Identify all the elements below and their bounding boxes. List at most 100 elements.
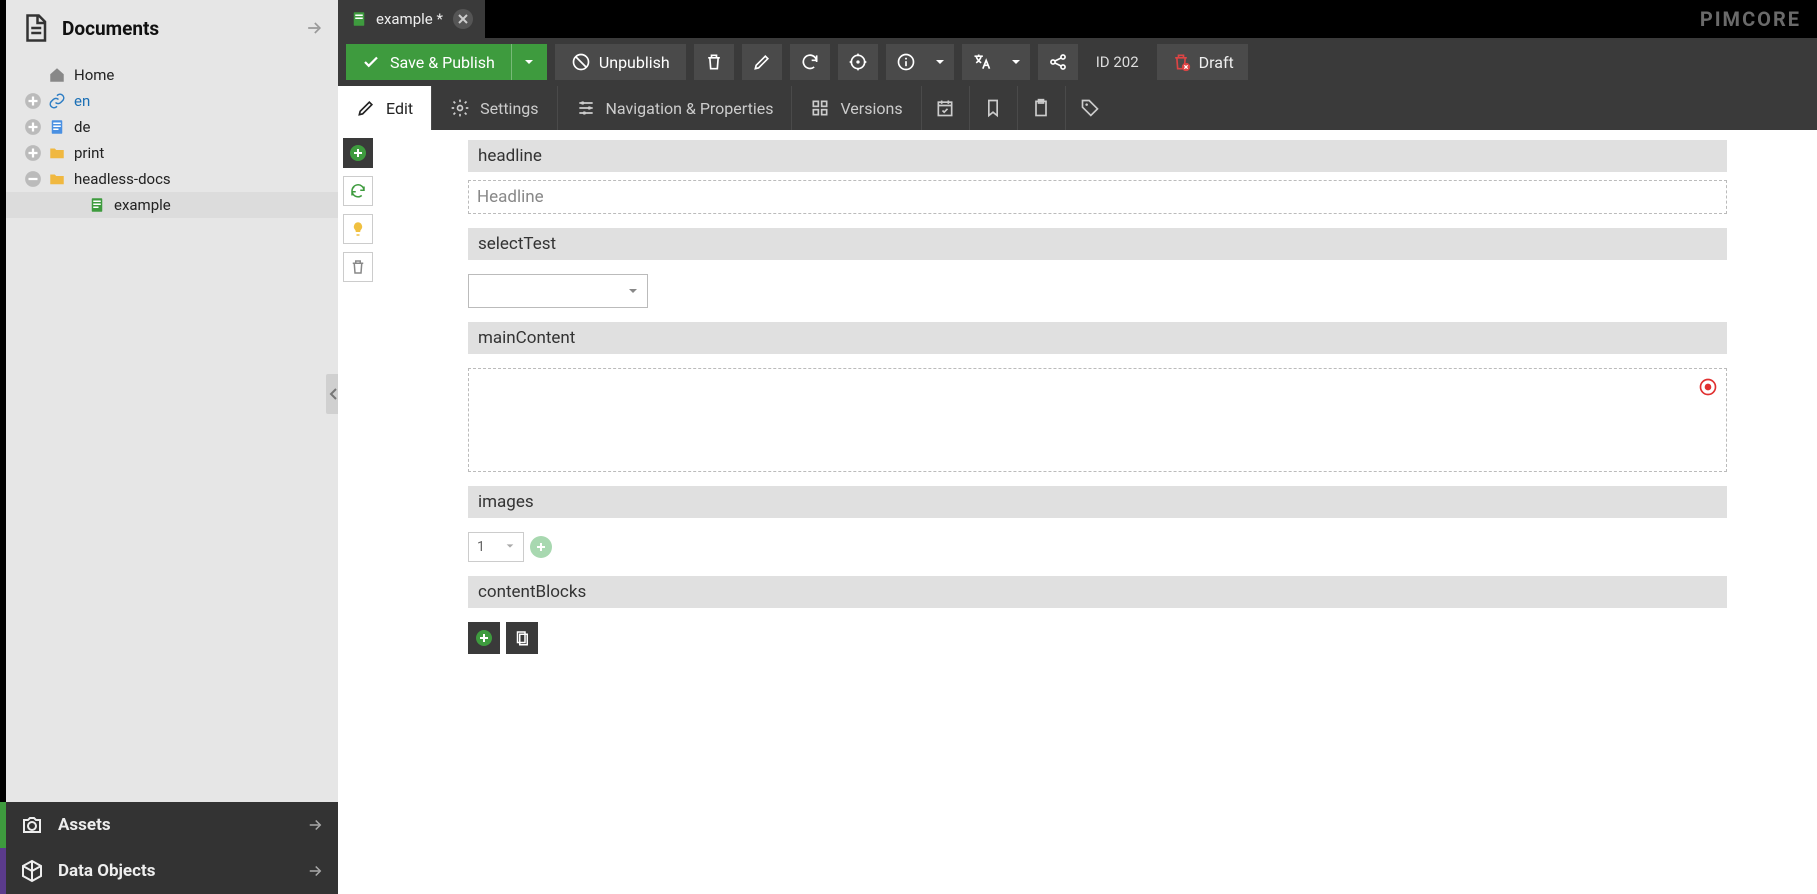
tab-tags[interactable] — [1066, 86, 1114, 130]
save-publish-button[interactable]: Save & Publish — [346, 44, 511, 80]
maincontent-editor[interactable] — [468, 368, 1727, 472]
link-icon — [48, 92, 66, 110]
document-tree: Home en de pri — [6, 56, 338, 802]
headline-placeholder: Headline — [477, 187, 544, 207]
sidebar-header-documents[interactable]: Documents — [6, 0, 338, 56]
documents-icon — [20, 13, 50, 43]
field-label-selecttest: selectTest — [468, 228, 1727, 260]
rename-button[interactable] — [742, 44, 782, 80]
field-label-headline: headline — [468, 140, 1727, 172]
info-button[interactable] — [886, 44, 926, 80]
expander-plus-icon[interactable] — [24, 118, 42, 136]
tab-label: Versions — [840, 99, 902, 118]
tree-item-example[interactable]: example — [6, 192, 338, 218]
tab-schedule[interactable] — [922, 86, 970, 130]
translate-button[interactable] — [962, 44, 1002, 80]
toolbar-primary: Save & Publish Unpublish — [338, 38, 1817, 86]
tab-versions[interactable]: Versions — [792, 86, 921, 130]
tab-bookmark[interactable] — [970, 86, 1018, 130]
selecttest-dropdown[interactable] — [468, 274, 648, 308]
gear-icon — [450, 98, 470, 118]
expander-placeholder — [24, 66, 42, 84]
images-count-select[interactable]: 1 — [468, 532, 524, 562]
sliders-icon — [576, 98, 596, 118]
calendar-check-icon — [935, 98, 955, 118]
contentblocks-paste-button[interactable] — [506, 622, 538, 654]
info-icon — [896, 52, 916, 72]
sidebar-panel-assets[interactable]: Assets — [6, 802, 338, 848]
draft-badge[interactable]: Draft — [1157, 44, 1248, 80]
side-refresh-button[interactable] — [343, 176, 373, 206]
field-label-maincontent: mainContent — [468, 322, 1727, 354]
arrow-right-icon — [306, 862, 324, 880]
panel-title: Assets — [58, 815, 306, 835]
tab-example[interactable]: example * — [338, 0, 485, 38]
tree-item-headless-docs[interactable]: headless-docs — [6, 166, 338, 192]
folder-icon — [48, 144, 66, 162]
target-icon — [848, 52, 868, 72]
tree-label: example — [114, 196, 171, 214]
tab-settings[interactable]: Settings — [432, 86, 557, 130]
side-hint-button[interactable] — [343, 214, 373, 244]
folder-icon — [48, 170, 66, 188]
target-red-icon[interactable] — [1698, 377, 1718, 397]
tab-edit[interactable]: Edit — [338, 86, 432, 130]
tree-label: print — [74, 144, 104, 162]
sidebar-panel-data-objects[interactable]: Data Objects — [6, 848, 338, 894]
tree-item-home[interactable]: Home — [6, 62, 338, 88]
save-publish-dropdown[interactable] — [511, 44, 547, 80]
pencil-icon — [752, 52, 772, 72]
images-control: 1 — [468, 532, 1727, 562]
contentblocks-add-button[interactable] — [468, 622, 500, 654]
page-green-icon — [350, 10, 368, 28]
tree-item-en[interactable]: en — [6, 88, 338, 114]
share-button[interactable] — [1038, 44, 1078, 80]
save-publish-label: Save & Publish — [390, 53, 495, 72]
info-dropdown[interactable] — [926, 44, 954, 80]
editor-body: headline Headline selectTest mainContent… — [338, 130, 1817, 894]
target-button[interactable] — [838, 44, 878, 80]
document-id-label: ID 202 — [1086, 53, 1149, 71]
sidebar-bottom: Assets Data Objects — [6, 802, 338, 894]
tree-item-print[interactable]: print — [6, 140, 338, 166]
tree-label: Home — [74, 66, 114, 84]
tabbar: example * PIMCORE — [338, 0, 1817, 38]
reload-button[interactable] — [790, 44, 830, 80]
editor-content: headline Headline selectTest mainContent… — [378, 130, 1817, 894]
unpublish-button[interactable]: Unpublish — [555, 44, 686, 80]
expander-plus-icon[interactable] — [24, 92, 42, 110]
chevron-down-icon — [505, 539, 515, 555]
side-add-button[interactable] — [343, 138, 373, 168]
close-icon[interactable] — [453, 9, 473, 29]
translate-dropdown[interactable] — [1002, 44, 1030, 80]
tab-label: Edit — [386, 99, 413, 118]
images-add-button[interactable] — [530, 536, 552, 558]
tab-notes[interactable] — [1018, 86, 1066, 130]
bookmark-icon — [983, 98, 1003, 118]
clipboard-icon — [1031, 98, 1051, 118]
images-count-value: 1 — [477, 539, 485, 555]
draft-label: Draft — [1199, 53, 1234, 72]
sidebar: Documents Home en — [6, 0, 338, 894]
tag-icon — [1080, 98, 1100, 118]
tab-label: example * — [376, 10, 443, 28]
tab-nav-props[interactable]: Navigation & Properties — [558, 86, 793, 130]
tab-label: Navigation & Properties — [606, 99, 774, 118]
chevron-down-icon — [627, 282, 639, 301]
expander-minus-icon[interactable] — [24, 170, 42, 188]
tree-item-de[interactable]: de — [6, 114, 338, 140]
panel-title: Data Objects — [58, 861, 306, 881]
translate-icon — [972, 52, 992, 72]
side-delete-button[interactable] — [343, 252, 373, 282]
trash-alert-icon — [1171, 52, 1191, 72]
home-icon — [48, 66, 66, 84]
arrow-right-icon — [306, 816, 324, 834]
camera-icon — [20, 813, 44, 837]
headline-input[interactable]: Headline — [468, 180, 1727, 214]
unpublish-label: Unpublish — [599, 53, 670, 72]
tree-label: en — [74, 92, 90, 110]
tree-label: de — [74, 118, 90, 136]
field-label-contentblocks: contentBlocks — [468, 576, 1727, 608]
delete-button[interactable] — [694, 44, 734, 80]
expander-plus-icon[interactable] — [24, 144, 42, 162]
